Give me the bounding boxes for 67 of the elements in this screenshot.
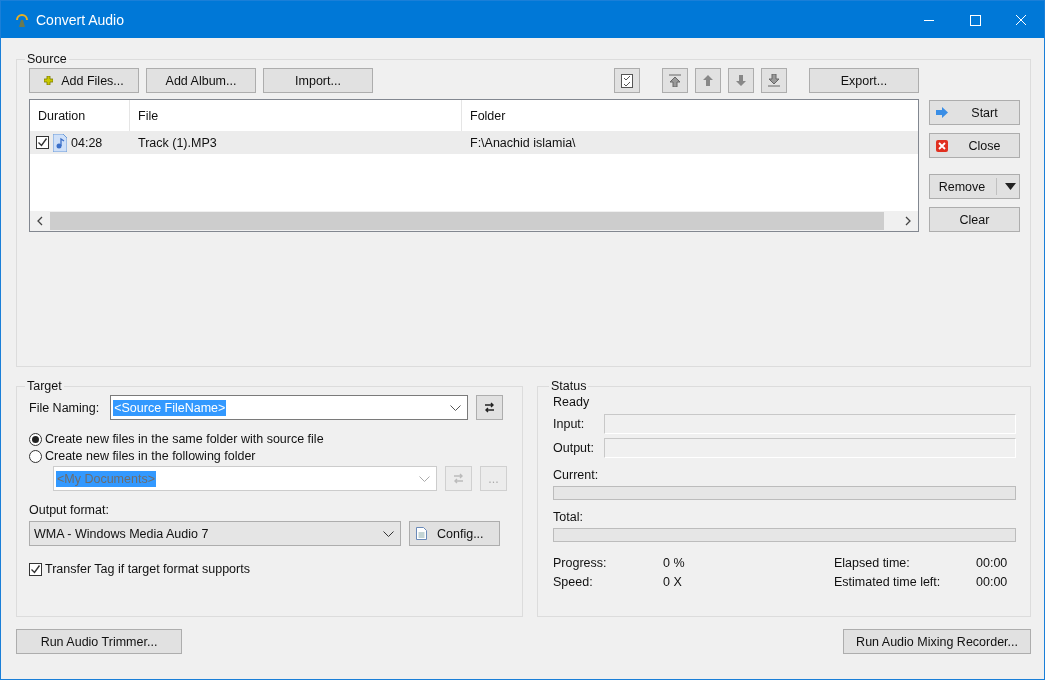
checklist-icon xyxy=(621,73,633,88)
move-bottom-button[interactable] xyxy=(761,68,787,93)
config-button[interactable]: Config... xyxy=(409,521,500,546)
radio-button[interactable] xyxy=(29,432,42,446)
checkbox-label[interactable]: Transfer Tag if target format supports xyxy=(45,562,250,576)
check-all-button[interactable] xyxy=(614,68,640,93)
export-button[interactable]: Export... xyxy=(809,68,919,93)
stat-label: Speed: xyxy=(553,575,594,589)
row-checkbox[interactable] xyxy=(36,136,49,149)
document-icon xyxy=(416,527,427,540)
caret-icon xyxy=(1005,183,1016,190)
stat-value: 0 X xyxy=(663,575,683,589)
stat-value: 0 % xyxy=(663,556,686,570)
swap-button[interactable] xyxy=(476,395,504,420)
radio-button[interactable] xyxy=(29,449,42,463)
stat-label: Estimated time left: xyxy=(834,575,942,589)
toolbar-button[interactable]: Add Files... xyxy=(29,68,139,93)
file-cell-text: Track (1).MP3 xyxy=(137,135,218,150)
current-label: Current: xyxy=(553,468,600,482)
arrow-bottom-icon xyxy=(768,74,780,87)
audio-file-icon xyxy=(53,133,67,152)
start-button[interactable]: Start xyxy=(929,100,1020,125)
toolbar-button[interactable]: Import... xyxy=(263,68,373,93)
folder-cell-text: F:\Anachid islamia\ xyxy=(469,135,577,150)
window-title: Convert Audio xyxy=(36,11,124,28)
radio-label[interactable]: Create new files in the same folder with source file xyxy=(45,432,324,446)
radio-label[interactable]: Create new files in the following folder xyxy=(45,449,256,463)
column-header[interactable]: Folder xyxy=(462,100,918,131)
group-label: Status xyxy=(550,379,588,393)
output-label: Output: xyxy=(553,441,595,455)
remove-split-button[interactable]: Remove xyxy=(929,174,1020,199)
swap-arrows-icon xyxy=(453,473,464,484)
arrow-down-icon xyxy=(736,75,746,86)
chevron-down-icon xyxy=(450,404,462,411)
arrow-top-icon xyxy=(669,74,681,87)
group-label: Target xyxy=(26,379,63,393)
close-square-icon xyxy=(936,139,948,152)
output-format-dropdown[interactable]: WMA - Windows Media Audio 7 xyxy=(29,521,401,546)
stat-label: Elapsed time: xyxy=(834,556,911,570)
chevron-down-icon xyxy=(383,530,394,537)
run-tool-button[interactable]: Run Audio Trimmer... xyxy=(16,629,182,654)
toolbar-button[interactable]: Add Album... xyxy=(146,68,256,93)
file-naming-label: File Naming: xyxy=(29,400,100,415)
duration-cell: 04:28 xyxy=(71,135,103,150)
arrow-right-icon xyxy=(936,107,948,118)
run-tool-button[interactable]: Run Audio Mixing Recorder... xyxy=(843,629,1031,654)
close-button[interactable]: Close xyxy=(929,133,1020,158)
stat-value: 00:00 xyxy=(976,575,1009,589)
stat-label: Progress: xyxy=(553,556,608,570)
input-label: Input: xyxy=(553,417,586,431)
file-row[interactable]: 04:28 Track (1).MP3 F:\Anachid islamia\ xyxy=(30,131,918,154)
output-format-label: Output format: xyxy=(29,503,110,517)
group-label: Source xyxy=(26,52,68,66)
chevron-down-icon xyxy=(419,475,430,482)
stat-value: 00:00 xyxy=(976,556,1009,570)
arrow-up-icon xyxy=(703,75,713,86)
plus-icon xyxy=(44,76,54,85)
status-text: Ready xyxy=(553,395,591,409)
total-label: Total: xyxy=(553,510,584,524)
clear-button[interactable]: Clear xyxy=(929,207,1020,232)
checkbox[interactable] xyxy=(29,562,42,576)
horizontal-scrollbar[interactable] xyxy=(30,211,918,231)
swap-arrows-icon xyxy=(484,402,496,413)
move-top-button[interactable] xyxy=(662,68,688,93)
move-down-button[interactable] xyxy=(728,68,754,93)
app-icon xyxy=(14,11,30,28)
move-up-button[interactable] xyxy=(695,68,721,93)
